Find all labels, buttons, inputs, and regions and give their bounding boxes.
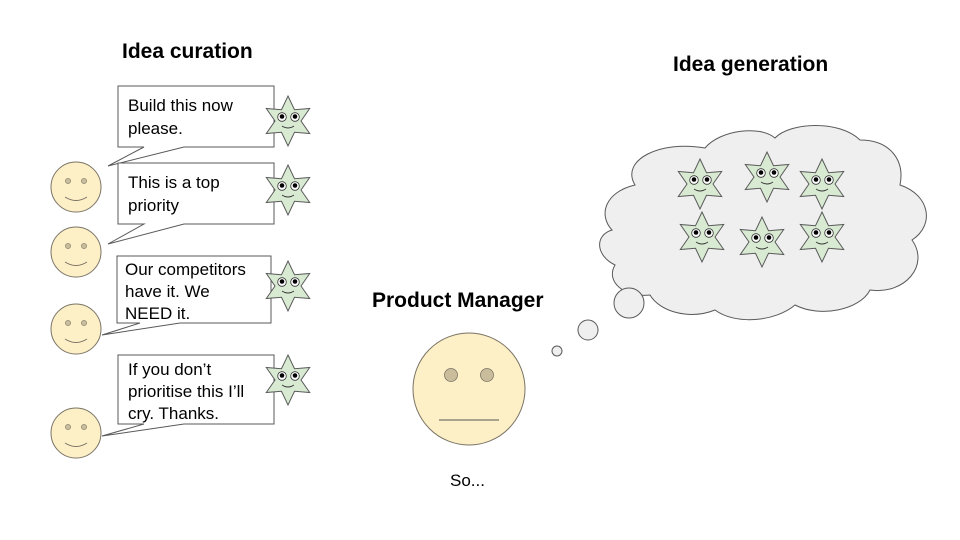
stakeholder-face-2	[50, 226, 102, 278]
bubble-2-line-2: priority	[128, 196, 180, 215]
product-manager-title: Product Manager	[372, 289, 544, 312]
bubble-3-line-1: Our competitors	[125, 260, 246, 279]
idea-star-icon	[265, 260, 311, 312]
thought-bubble-medium	[577, 319, 599, 341]
bubble-4-line-2: prioritise this I’ll	[128, 382, 244, 401]
bubble-1-line-2: please.	[128, 119, 183, 138]
bubble-4-line-3: cry. Thanks.	[128, 404, 219, 423]
speech-bubble-4: If you don’t prioritise this I’ll cry. T…	[101, 354, 275, 437]
pm-eye-right	[480, 368, 494, 382]
bubble-3-line-2: have it. We	[125, 282, 210, 301]
bubble-4-line-1: If you don’t	[128, 360, 211, 379]
bubble-2-line-1: This is a top	[128, 173, 220, 192]
idea-curation-title: Idea curation	[122, 40, 253, 63]
stakeholder-face-1	[50, 161, 102, 213]
stakeholder-face-3	[50, 303, 102, 355]
thought-cloud	[551, 125, 927, 357]
thought-bubble-large	[613, 287, 645, 319]
diagram-canvas: Idea curation Idea generation Product Ma…	[50, 40, 927, 490]
idea-generation-title: Idea generation	[673, 53, 828, 76]
pm-caption: So...	[450, 471, 485, 490]
speech-bubble-3: Our competitors have it. We NEED it.	[101, 255, 272, 336]
speech-bubble-2: This is a top priority	[107, 162, 275, 245]
thought-bubble-small	[551, 345, 563, 357]
stakeholder-face-4	[50, 407, 102, 459]
pm-eye-left	[444, 368, 458, 382]
bubble-3-line-3: NEED it.	[125, 304, 190, 323]
product-manager-face	[412, 332, 526, 446]
bubble-1-line-1: Build this now	[128, 96, 234, 115]
speech-bubble-1: Build this now please.	[107, 85, 275, 167]
